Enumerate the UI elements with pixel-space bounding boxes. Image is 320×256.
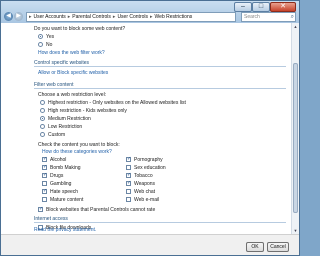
ok-button[interactable]: OK bbox=[246, 242, 264, 252]
close-button[interactable]: ✕ bbox=[270, 2, 296, 12]
scroll-up-icon[interactable]: ▲ bbox=[292, 23, 299, 30]
divider bbox=[34, 88, 286, 89]
radio-high-restriction[interactable] bbox=[40, 108, 45, 113]
breadcrumb-item-user-controls[interactable]: User Controls bbox=[117, 14, 148, 20]
checkbox-hate-speech[interactable]: ✓ bbox=[42, 189, 47, 194]
checkbox-mature-content[interactable] bbox=[42, 197, 47, 202]
low-restriction-label[interactable]: Low Restriction bbox=[48, 124, 82, 130]
search-icon[interactable]: ⌕ bbox=[291, 13, 294, 21]
privacy-statement-link[interactable]: Read the privacy statement. bbox=[34, 227, 96, 233]
radio-highest-restriction[interactable] bbox=[40, 100, 45, 105]
drugs-label[interactable]: Drugs bbox=[50, 173, 63, 179]
checkbox-sex-education[interactable] bbox=[126, 165, 131, 170]
custom-label[interactable]: Custom bbox=[48, 132, 65, 138]
breadcrumb-separator-icon: ▸ bbox=[29, 14, 32, 20]
restriction-instruction: Choose a web restriction level: bbox=[38, 92, 107, 98]
checkbox-gambling[interactable] bbox=[42, 181, 47, 186]
breadcrumb-separator-icon: ▸ bbox=[67, 14, 71, 20]
checkbox-tobacco[interactable]: ✓ bbox=[126, 173, 131, 178]
checkbox-web-email[interactable] bbox=[126, 197, 131, 202]
divider bbox=[34, 66, 286, 67]
categories-link[interactable]: How do these categories work? bbox=[42, 149, 112, 155]
scroll-down-icon[interactable]: ▼ bbox=[292, 227, 299, 234]
web-email-label[interactable]: Web e-mail bbox=[134, 197, 159, 203]
title-bar: – □ ✕ ◀ ▶ ▸ User Accounts ▸ Parental Con… bbox=[1, 1, 299, 23]
address-bar[interactable]: ▸ User Accounts ▸ Parental Controls ▸ Us… bbox=[26, 12, 236, 22]
forward-arrow-icon[interactable]: ▶ bbox=[14, 12, 23, 21]
radio-medium-restriction[interactable] bbox=[40, 116, 45, 121]
parental-controls-window: – □ ✕ ◀ ▶ ▸ User Accounts ▸ Parental Con… bbox=[0, 0, 300, 256]
highest-restriction-label[interactable]: Highest restriction - Only websites on t… bbox=[48, 100, 186, 106]
radio-no-label[interactable]: No bbox=[46, 42, 52, 48]
divider bbox=[34, 222, 286, 223]
checkbox-drugs[interactable]: ✓ bbox=[42, 173, 47, 178]
vertical-scrollbar[interactable]: ▲ ▼ bbox=[291, 23, 299, 234]
gambling-label[interactable]: Gambling bbox=[50, 181, 71, 187]
alcohol-label[interactable]: Alcohol bbox=[50, 157, 66, 163]
check-instruction: Check the content you want to block: bbox=[38, 142, 120, 148]
allow-block-sites-link[interactable]: Allow or Block specific websites bbox=[38, 70, 108, 76]
radio-yes-label[interactable]: Yes bbox=[46, 34, 54, 40]
high-restriction-label[interactable]: High restriction - Kids websites only bbox=[48, 108, 127, 114]
breadcrumb-separator-icon: ▸ bbox=[150, 14, 153, 20]
checkbox-bomb-making[interactable]: ✓ bbox=[42, 165, 47, 170]
checkbox-pornography[interactable]: ✓ bbox=[126, 157, 131, 162]
checkbox-weapons[interactable]: ✓ bbox=[126, 181, 131, 186]
cancel-button[interactable]: Cancel bbox=[267, 242, 289, 252]
maximize-button[interactable]: □ bbox=[252, 2, 270, 12]
how-filter-works-link[interactable]: How does the web filter work? bbox=[38, 50, 105, 56]
hate-speech-label[interactable]: Hate speech bbox=[50, 189, 78, 195]
scroll-thumb[interactable] bbox=[293, 63, 298, 213]
block-unrated-label[interactable]: Block websites that Parental Controls ca… bbox=[46, 207, 155, 213]
checkbox-web-chat[interactable] bbox=[126, 189, 131, 194]
radio-custom[interactable] bbox=[40, 132, 45, 137]
block-question: Do you want to block some web content? bbox=[34, 26, 126, 32]
checkbox-block-unrated[interactable]: ✓ bbox=[38, 207, 43, 212]
tobacco-label[interactable]: Tobacco bbox=[134, 173, 153, 179]
radio-yes[interactable] bbox=[38, 34, 43, 39]
radio-low-restriction[interactable] bbox=[40, 124, 45, 129]
search-placeholder: Search bbox=[244, 14, 260, 20]
sex-education-label[interactable]: Sex education bbox=[134, 165, 166, 171]
mature-content-label[interactable]: Mature content bbox=[50, 197, 83, 203]
back-arrow-icon[interactable]: ◀ bbox=[4, 12, 13, 21]
search-input[interactable]: Search ⌕ bbox=[241, 12, 296, 22]
breadcrumb-item-user-accounts[interactable]: User Accounts bbox=[34, 14, 66, 20]
web-restrictions-panel: Do you want to block some web content? Y… bbox=[1, 23, 299, 234]
minimize-button[interactable]: – bbox=[234, 2, 252, 12]
bomb-making-label[interactable]: Bomb Making bbox=[50, 165, 81, 171]
medium-restriction-label[interactable]: Medium Restriction bbox=[48, 116, 91, 122]
checkbox-alcohol[interactable]: ✓ bbox=[42, 157, 47, 162]
breadcrumb-item-parental-controls[interactable]: Parental Controls bbox=[72, 14, 111, 20]
web-chat-label[interactable]: Web chat bbox=[134, 189, 155, 195]
breadcrumb-separator-icon: ▸ bbox=[112, 14, 116, 20]
breadcrumb-item-web-restrictions[interactable]: Web Restrictions bbox=[155, 14, 193, 20]
radio-no[interactable] bbox=[38, 42, 43, 47]
pornography-label[interactable]: Pornography bbox=[134, 157, 163, 163]
weapons-label[interactable]: Weapons bbox=[134, 181, 155, 187]
dialog-footer: OK Cancel bbox=[1, 234, 299, 255]
